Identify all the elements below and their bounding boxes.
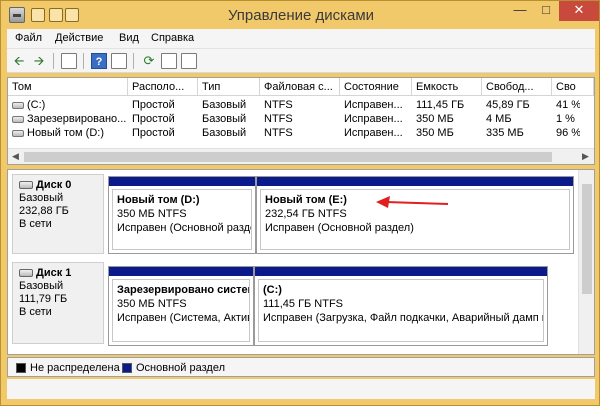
disk-icon (19, 269, 33, 277)
partition-c[interactable]: (C:) 111,45 ГБ NTFS Исправен (Загрузка, … (254, 266, 548, 346)
partition-status: Исправен (Загрузка, Файл подкачки, Авари… (263, 312, 544, 324)
partition-size: 350 МБ NTFS (117, 208, 187, 220)
menu-help[interactable]: Справка (151, 32, 194, 44)
red-arrow-annotation (376, 196, 449, 208)
partition-status: Исправен (Основной раздел) (265, 222, 414, 234)
disk-graphical-view: Диск 0 Базовый 232,88 ГБ В сети Новый то… (7, 169, 595, 355)
disk-management-window: Управление дисками — □ ✕ Файл Действие В… (0, 0, 600, 406)
column-header-layout[interactable]: Располо... (128, 78, 198, 96)
volume-list: Том Располо... Тип Файловая с... Состоян… (7, 77, 595, 165)
partition-name: Новый том (D:) (117, 194, 200, 206)
disk-size: 232,88 ГБ (19, 205, 69, 217)
maximize-button[interactable]: □ (533, 1, 559, 21)
arrow-right-icon[interactable]: 🡪 (31, 53, 47, 69)
partition-e[interactable]: Новый том (E:) 232,54 ГБ NTFS Исправен (… (256, 176, 574, 254)
toolbar-separator (53, 53, 54, 69)
partition-name: (C:) (263, 284, 282, 296)
volume-icon (12, 130, 24, 137)
minimize-button[interactable]: — (507, 1, 533, 21)
column-header-type[interactable]: Тип (198, 78, 260, 96)
disk-icon (19, 181, 33, 189)
column-header-capacity[interactable]: Емкость (412, 78, 482, 96)
table-row[interactable]: Новый том (D:) Простой Базовый NTFS Испр… (8, 127, 580, 141)
partition-status: Исправен (Основной разде (117, 222, 252, 234)
vertical-scrollbar[interactable] (578, 170, 594, 354)
disk-type: Базовый (19, 280, 64, 292)
disk-1-info[interactable]: Диск 1 Базовый 111,79 ГБ В сети (12, 262, 104, 344)
partition-system-reserved[interactable]: Зарезервировано систем 350 МБ NTFS Испра… (108, 266, 254, 346)
legend-primary: Основной раздел (136, 362, 225, 374)
menu-file[interactable]: Файл (15, 32, 42, 44)
disk-name: Диск 0 (36, 179, 72, 191)
arrow-left-icon[interactable]: 🡨 (11, 53, 27, 69)
partition-size: 111,45 ГБ NTFS (263, 298, 344, 310)
column-header-filesystem[interactable]: Файловая с... (260, 78, 340, 96)
partition-status: Исправен (Система, Актив (117, 312, 250, 324)
help-icon[interactable]: ? (91, 53, 107, 69)
partition-d[interactable]: Новый том (D:) 350 МБ NTFS Исправен (Осн… (108, 176, 256, 254)
table-row[interactable]: Зарезервировано... Простой Базовый NTFS … (8, 113, 580, 127)
toolbar: 🡨 🡪 ? ⟳ (7, 49, 595, 73)
menu-action[interactable]: Действие (55, 32, 103, 44)
volume-icon (12, 102, 24, 109)
settings-icon[interactable] (181, 53, 197, 69)
properties-icon[interactable] (61, 53, 77, 69)
primary-partition-swatch (122, 363, 132, 373)
scroll-thumb[interactable] (24, 152, 552, 162)
partition-type-bar (257, 177, 573, 186)
menu-bar: Файл Действие Вид Справка (7, 29, 595, 49)
horizontal-scrollbar[interactable]: ◀ ▶ (8, 148, 594, 164)
scroll-thumb[interactable] (582, 184, 592, 294)
scroll-right-icon[interactable]: ▶ (582, 151, 589, 162)
legend-unallocated: Не распределена (30, 362, 120, 374)
partition-size: 350 МБ NTFS (117, 298, 187, 310)
disk-status: В сети (19, 306, 52, 318)
partition-name: Зарезервировано систем (117, 284, 250, 296)
partition-type-bar (109, 177, 255, 186)
status-bar (7, 379, 595, 399)
close-button[interactable]: ✕ (559, 1, 599, 21)
column-header-volume[interactable]: Том (8, 78, 128, 96)
unallocated-swatch (16, 363, 26, 373)
scroll-left-icon[interactable]: ◀ (12, 151, 19, 162)
toolbar-separator (133, 53, 134, 69)
volume-icon (12, 116, 24, 123)
disk-status: В сети (19, 218, 52, 230)
console-tree-icon[interactable] (111, 53, 127, 69)
export-icon[interactable] (161, 53, 177, 69)
partition-type-bar (109, 267, 253, 276)
toolbar-separator (83, 53, 84, 69)
disk-type: Базовый (19, 192, 64, 204)
refresh-icon[interactable]: ⟳ (141, 53, 157, 69)
disk-name: Диск 1 (36, 267, 72, 279)
column-header-status[interactable]: Состояние (340, 78, 412, 96)
column-header-free[interactable]: Свобод... (482, 78, 552, 96)
partition-type-bar (255, 267, 547, 276)
disk-0-info[interactable]: Диск 0 Базовый 232,88 ГБ В сети (12, 174, 104, 254)
disk-size: 111,79 ГБ (19, 293, 68, 305)
table-row[interactable]: (C:) Простой Базовый NTFS Исправен... 11… (8, 99, 580, 113)
column-header-free-percent[interactable]: Сво (552, 78, 594, 96)
menu-view[interactable]: Вид (119, 32, 139, 44)
legend: Не распределена Основной раздел (7, 357, 595, 377)
title-bar: Управление дисками — □ ✕ (1, 1, 599, 29)
